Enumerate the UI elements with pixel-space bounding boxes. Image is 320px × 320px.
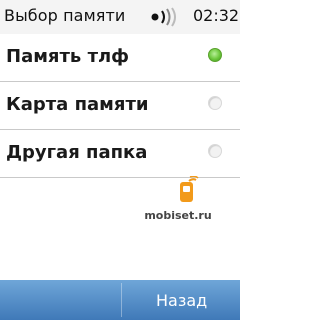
radio-unselected-icon[interactable] <box>208 96 222 110</box>
back-button-label: Назад <box>156 291 208 310</box>
mobiset-logo-icon <box>180 176 199 202</box>
radio-unselected-icon[interactable] <box>208 144 222 158</box>
option-label: Другая папка <box>6 142 148 163</box>
option-label: Память тлф <box>6 46 130 67</box>
back-button[interactable]: Назад <box>122 280 240 320</box>
option-phone-memory[interactable]: Память тлф <box>0 34 240 82</box>
option-label: Карта памяти <box>6 94 149 115</box>
option-other-folder[interactable]: Другая папка <box>0 130 240 178</box>
watermark-text: mobiset.ru <box>144 209 212 222</box>
signal-icon <box>151 7 176 27</box>
clock: 02:32 <box>193 6 240 25</box>
memory-options-list: Память тлф Карта памяти Другая папка <box>0 34 240 178</box>
option-memory-card[interactable]: Карта памяти <box>0 82 240 130</box>
radio-selected-icon[interactable] <box>208 48 222 62</box>
page-title: Выбор памяти <box>4 6 126 25</box>
status-bar: Выбор памяти 02:32 <box>0 0 240 34</box>
